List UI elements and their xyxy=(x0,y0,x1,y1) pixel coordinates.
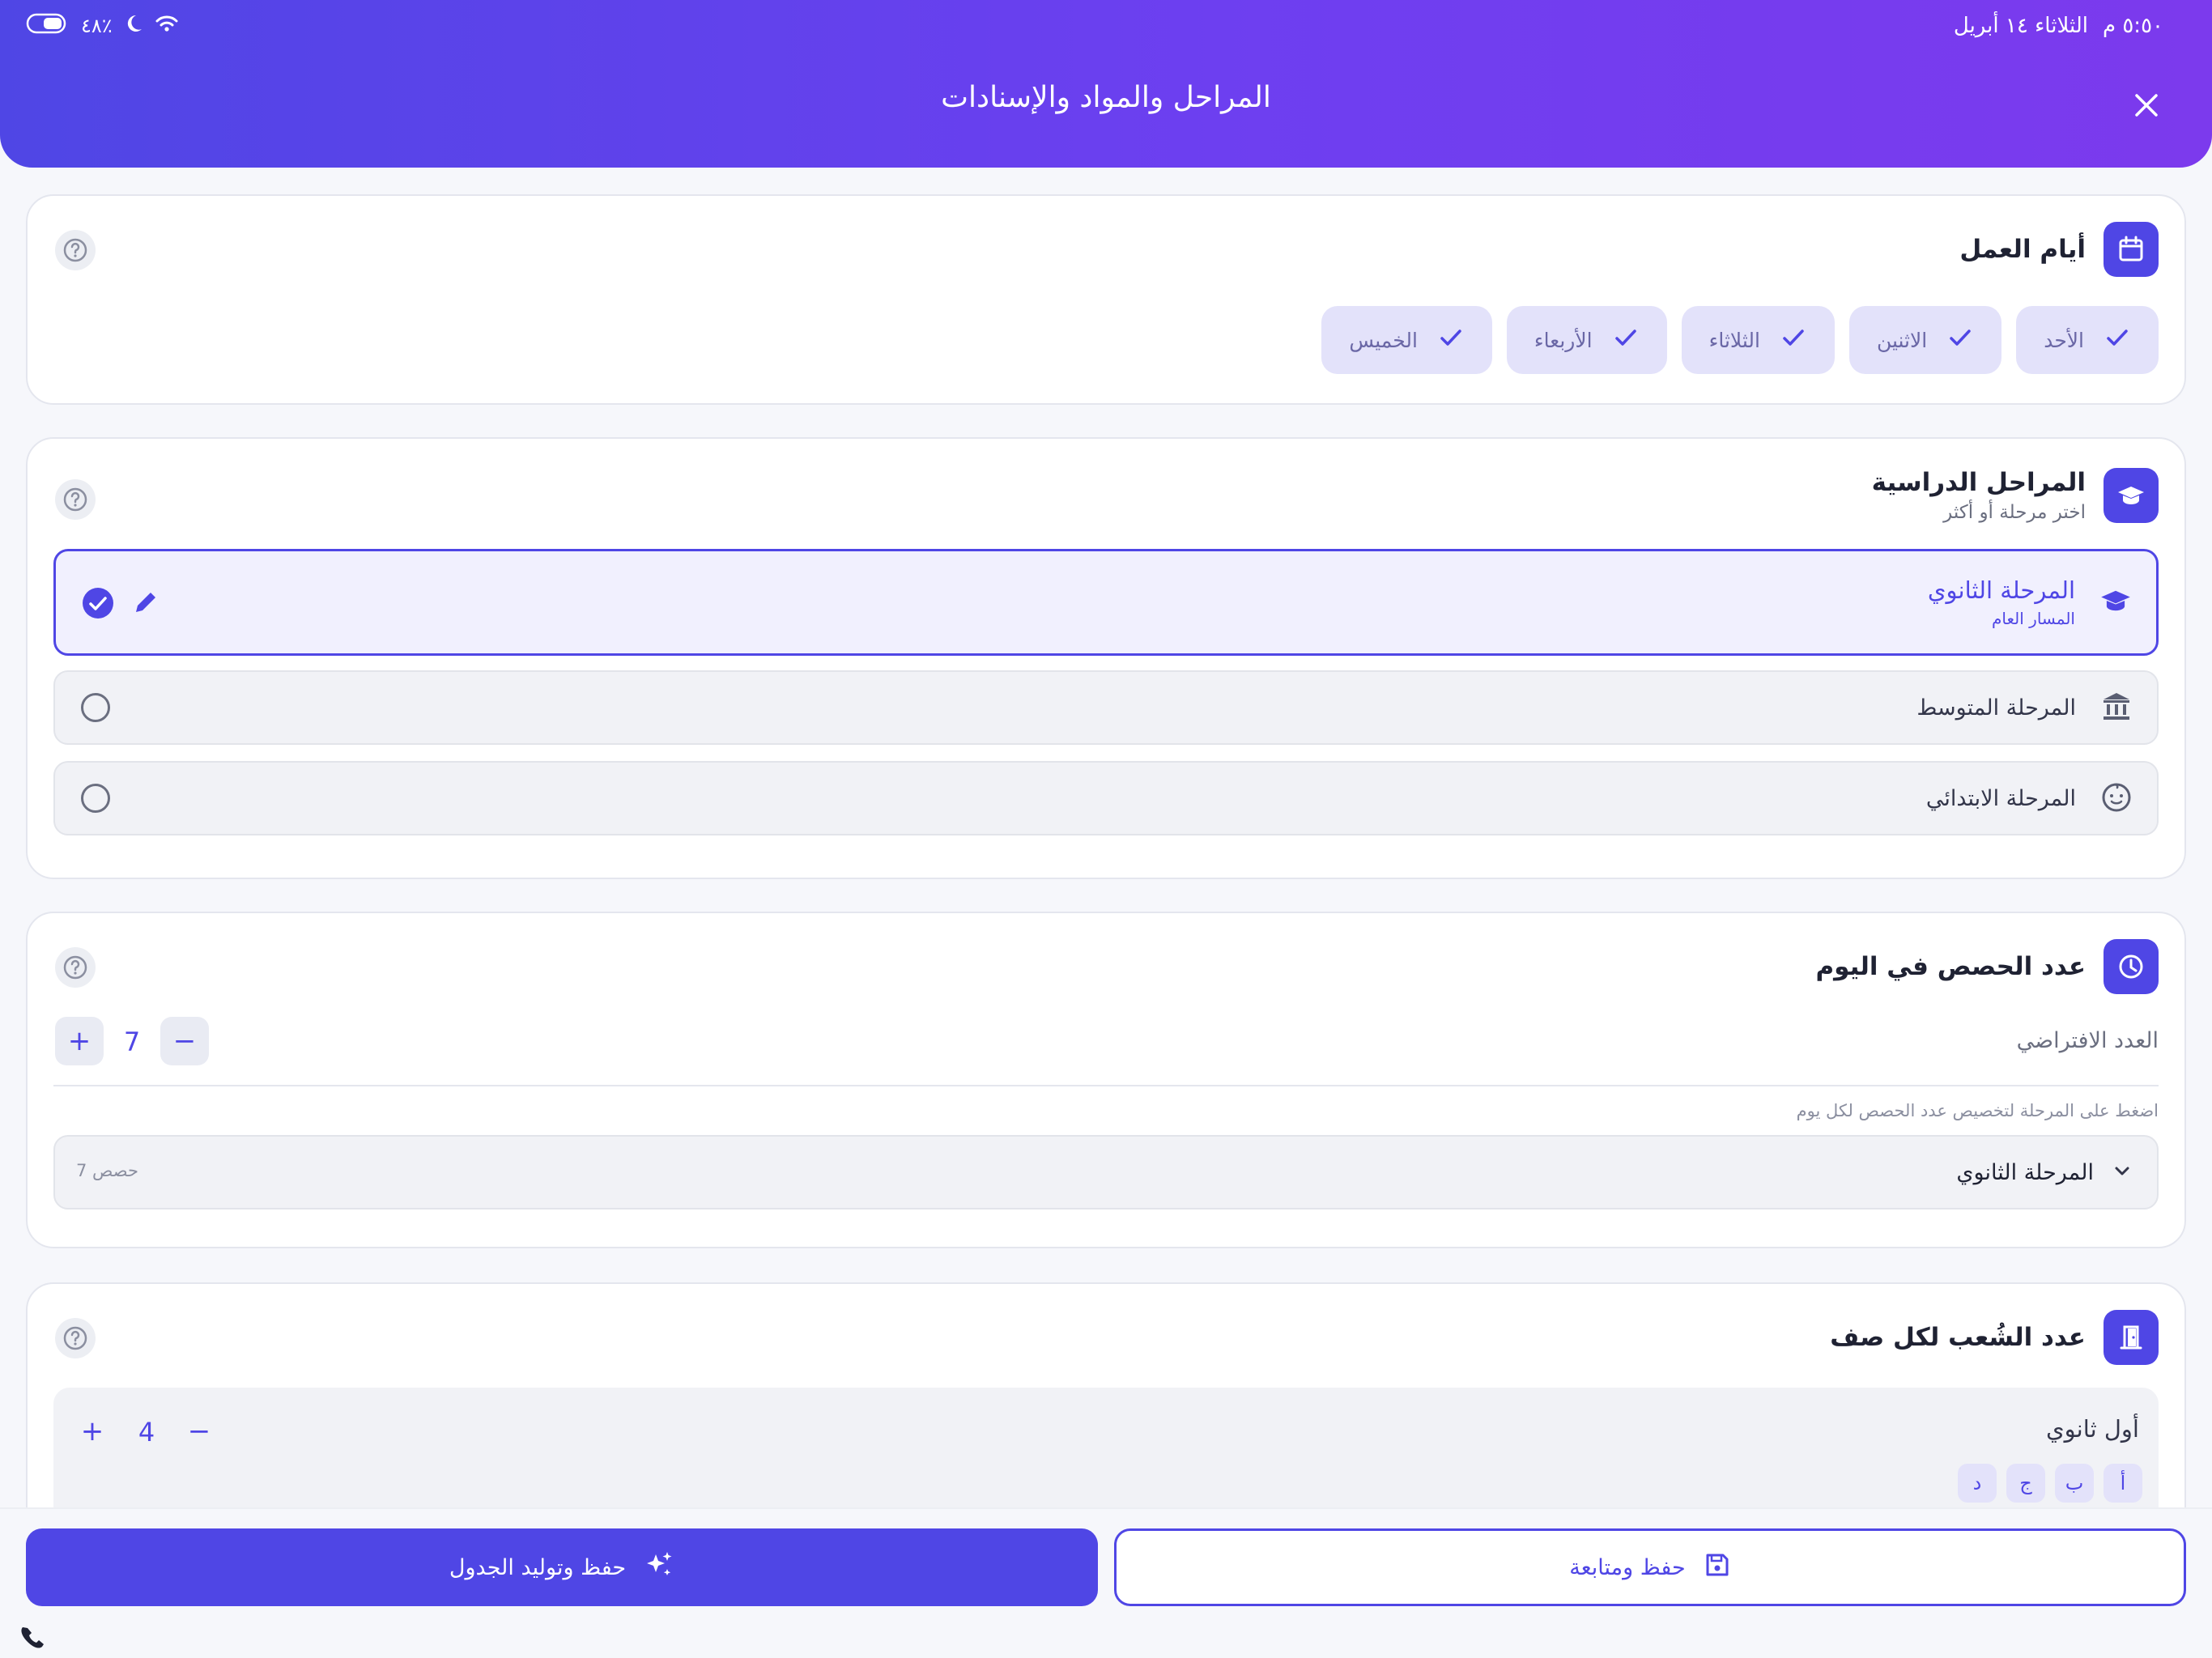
day-chip[interactable]: الأربعاء xyxy=(1506,306,1667,374)
save-generate-button[interactable]: حفظ وتوليد الجدول xyxy=(26,1528,1098,1606)
stages-subtitle: اختر مرحلة أو أكثر xyxy=(1943,502,2086,523)
section-letter[interactable]: ب xyxy=(2055,1464,2094,1503)
edit-button[interactable] xyxy=(130,587,161,621)
day-chip[interactable]: الاثنين xyxy=(1848,306,2002,374)
working-days-card: أيام العمل الأحد الاثنين الثلاثاء الأربع… xyxy=(26,194,2186,405)
periods-header: عدد الحصص في اليوم xyxy=(1815,939,2159,994)
stage-name: المرحلة الابتدائي xyxy=(1925,785,2076,811)
periods-hint: اضغط على المرحلة لتخصيص عدد الحصص لكل يو… xyxy=(1796,1101,2159,1120)
sections-title: عدد الشُعب لكل صف xyxy=(1830,1323,2086,1352)
stages-card: المراحل الدراسية اختر مرحلة أو أكثر المر… xyxy=(26,437,2186,879)
child-face-icon xyxy=(2100,780,2133,816)
stage-radio[interactable] xyxy=(81,693,110,722)
door-icon xyxy=(2104,1310,2159,1365)
dropdown-label: المرحلة الثانوي xyxy=(1956,1159,2094,1185)
working-days-header: أيام العمل xyxy=(1959,222,2159,277)
check-icon xyxy=(1437,324,1465,356)
stage-content: المرحلة الثانوي المسار العام xyxy=(1928,551,2132,653)
sections-header: عدد الشُعب لكل صف xyxy=(1830,1310,2159,1365)
help-icon xyxy=(63,238,87,262)
help-icon xyxy=(63,955,87,980)
pencil-icon xyxy=(136,593,155,612)
day-chip[interactable]: الثلاثاء xyxy=(1681,306,1835,374)
periods-title: عدد الحصص في اليوم xyxy=(1815,952,2086,981)
day-label: الخميس xyxy=(1349,328,1418,352)
status-time: ٥:٥٠ م xyxy=(2102,14,2163,38)
close-button[interactable] xyxy=(2125,84,2167,126)
day-chip[interactable]: الأحد xyxy=(2016,306,2159,374)
dropdown-count: 7 حصص xyxy=(76,1161,138,1180)
stage-content: المرحلة المتوسط xyxy=(1916,672,2133,743)
status-date: الثلاثاء ١٤ أبريل xyxy=(1953,14,2088,38)
header-bar: ٤٨٪ ٥:٥٠ م الثلاثاء ١٤ أبريل المراحل وال… xyxy=(0,0,2212,168)
increment-button[interactable]: + xyxy=(68,1407,117,1456)
stage-item-intermediate[interactable]: المرحلة المتوسط xyxy=(53,670,2159,745)
day-label: الثلاثاء xyxy=(1708,328,1760,352)
increment-button[interactable]: + xyxy=(55,1017,104,1065)
status-bar-right: ٥:٥٠ م الثلاثاء ١٤ أبريل xyxy=(1954,11,2163,40)
checked-circle-icon[interactable] xyxy=(80,585,116,624)
day-label: الأحد xyxy=(2044,328,2084,352)
default-count-label: العدد الافتراضي xyxy=(2016,1028,2159,1053)
day-chip[interactable]: الخميس xyxy=(1321,306,1492,374)
page-title: المراحل والمواد والإسنادات xyxy=(941,81,1271,114)
help-button[interactable] xyxy=(55,1318,96,1358)
section-letter[interactable]: د xyxy=(1958,1464,1997,1503)
phone-icon xyxy=(18,1624,47,1656)
stage-item-secondary[interactable]: المرحلة الثانوي المسار العام xyxy=(53,549,2159,656)
day-label: الاثنين xyxy=(1876,328,1928,352)
sparkles-icon xyxy=(644,1550,674,1586)
stage-item-primary[interactable]: المرحلة الابتدائي xyxy=(53,761,2159,835)
stage-periods-dropdown[interactable]: المرحلة الثانوي 7 حصص xyxy=(53,1135,2159,1209)
check-icon xyxy=(1612,324,1640,356)
day-chips: الأحد الاثنين الثلاثاء الأربعاء الخميس xyxy=(1321,306,2159,374)
check-icon xyxy=(1780,324,1807,356)
grade-name: أول ثانوي xyxy=(2045,1415,2139,1443)
working-days-title: أيام العمل xyxy=(1959,235,2086,264)
save-continue-button[interactable]: حفظ ومتابعة xyxy=(1114,1528,2186,1606)
day-label: الأربعاء xyxy=(1534,328,1593,352)
moon-icon xyxy=(124,14,143,38)
stage-path: المسار العام xyxy=(1992,609,2075,628)
divider xyxy=(53,1085,2159,1086)
decrement-button[interactable]: − xyxy=(175,1407,223,1456)
section-letter[interactable]: أ xyxy=(2104,1464,2142,1503)
section-letter[interactable]: ج xyxy=(2006,1464,2045,1503)
battery-level: ٤٨٪ xyxy=(81,15,113,37)
stages-header: المراحل الدراسية اختر مرحلة أو أكثر xyxy=(1872,468,2159,523)
help-button[interactable] xyxy=(55,479,96,520)
help-button[interactable] xyxy=(55,947,96,988)
graduation-cap-icon xyxy=(2104,468,2159,523)
graduation-cap-icon xyxy=(2099,585,2132,620)
check-icon xyxy=(1946,324,1974,356)
stage-radio[interactable] xyxy=(81,784,110,813)
dropdown-content: المرحلة الثانوي xyxy=(1956,1137,2133,1208)
section-count-value: 4 xyxy=(138,1417,155,1448)
calendar-icon xyxy=(2104,222,2159,277)
help-icon xyxy=(63,487,87,512)
battery-icon xyxy=(26,13,70,39)
clock-icon xyxy=(2104,939,2159,994)
bottom-action-bar: حفظ وتوليد الجدول حفظ ومتابعة xyxy=(0,1507,2212,1658)
check-icon xyxy=(2104,324,2131,356)
stage-content: المرحلة الابتدائي xyxy=(1926,763,2133,834)
section-letters: أ ب ج د xyxy=(1958,1464,2142,1503)
help-button[interactable] xyxy=(55,230,96,270)
save-continue-label: حفظ ومتابعة xyxy=(1569,1554,1686,1580)
institution-icon xyxy=(2100,690,2133,725)
periods-card: عدد الحصص في اليوم العدد الافتراضي + 7 −… xyxy=(26,912,2186,1248)
stage-name: المرحلة المتوسط xyxy=(1916,695,2076,721)
status-bar-left: ٤٨٪ xyxy=(26,11,179,40)
save-icon xyxy=(1704,1551,1731,1584)
wifi-icon xyxy=(155,14,179,38)
default-count-value: 7 xyxy=(123,1027,141,1057)
save-generate-label: حفظ وتوليد الجدول xyxy=(449,1554,627,1580)
decrement-button[interactable]: − xyxy=(160,1017,209,1065)
close-icon xyxy=(2135,94,2158,117)
stage-name: المرحلة الثانوي xyxy=(1927,576,2075,604)
chevron-down-icon xyxy=(2112,1160,2133,1184)
help-icon xyxy=(63,1326,87,1350)
stages-title: المراحل الدراسية xyxy=(1871,468,2086,497)
